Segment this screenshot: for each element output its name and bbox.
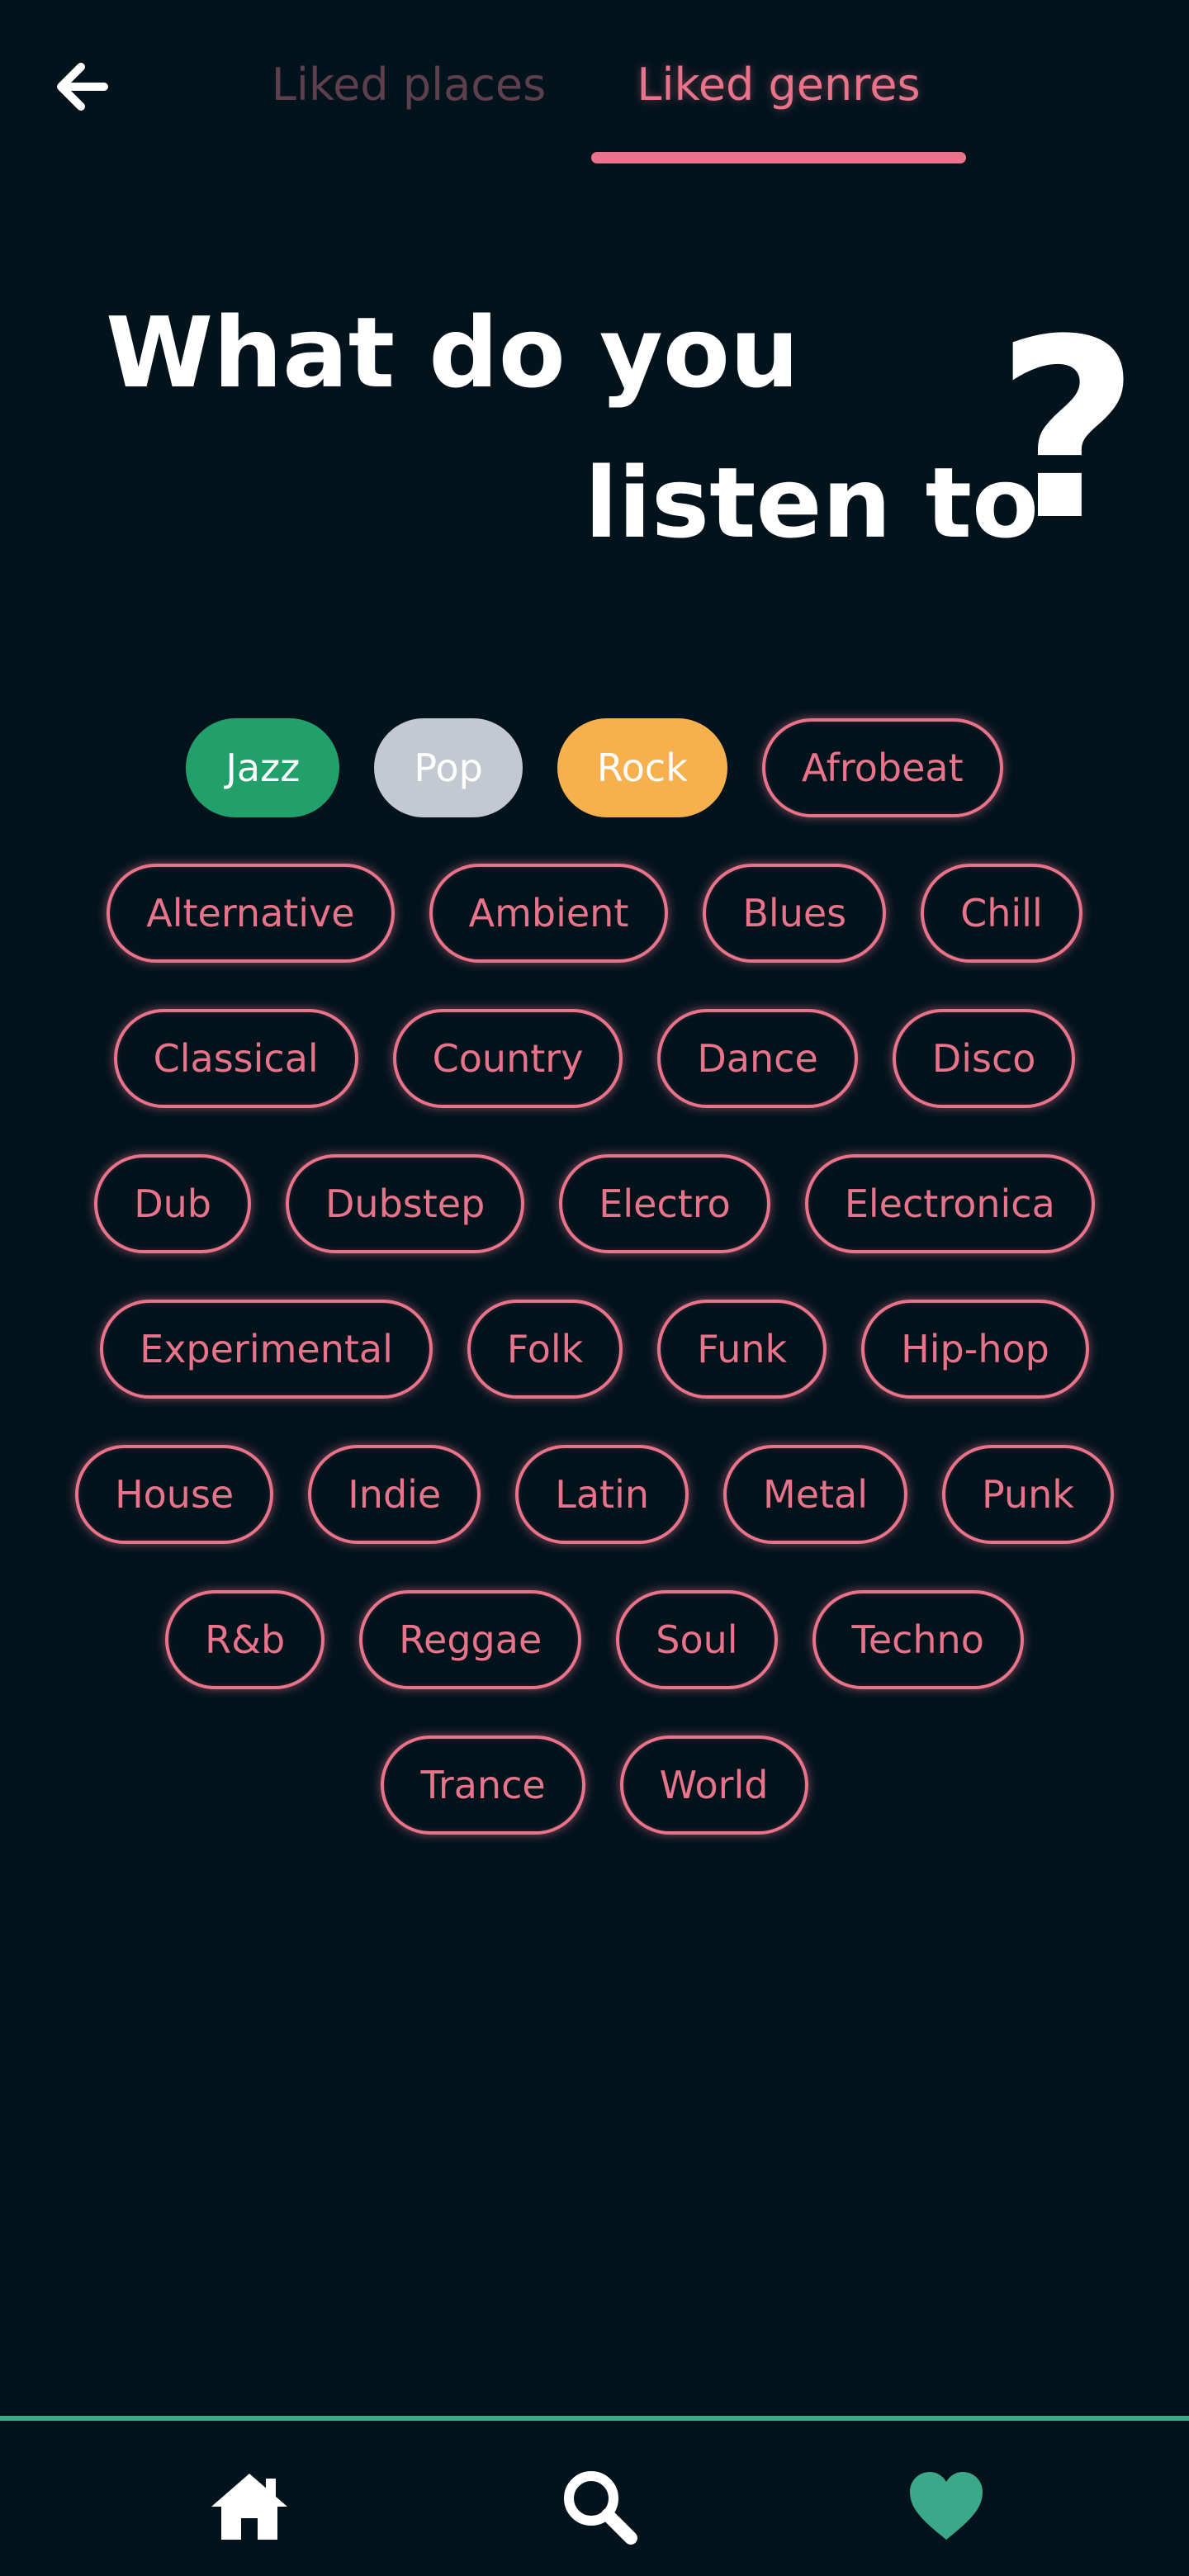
- genre-row: Experimental Folk Funk Hip-hop: [100, 1300, 1089, 1399]
- genre-chip-folk[interactable]: Folk: [467, 1300, 623, 1399]
- genre-row: Classical Country Dance Disco: [113, 1009, 1076, 1108]
- nav-home-button[interactable]: [200, 2457, 299, 2556]
- genre-row: Jazz Pop Rock Afrobeat: [186, 718, 1003, 817]
- genre-chip-jazz[interactable]: Jazz: [186, 718, 340, 817]
- genre-row: Alternative Ambient Blues Chill: [107, 864, 1082, 963]
- genre-row: R&b Reggae Soul Techno: [165, 1590, 1024, 1689]
- genre-chip-dub[interactable]: Dub: [94, 1154, 252, 1253]
- genre-chip-techno[interactable]: Techno: [812, 1590, 1024, 1689]
- genre-chip-list: Jazz Pop Rock Afrobeat Alternative Ambient Blu…: [0, 718, 1189, 1881]
- genre-chip-soul[interactable]: Soul: [616, 1590, 778, 1689]
- genre-chip-rock[interactable]: Rock: [557, 718, 727, 817]
- bottom-nav: [0, 2416, 1189, 2576]
- genre-chip-funk[interactable]: Funk: [657, 1300, 827, 1399]
- genre-chip-disco[interactable]: Disco: [892, 1009, 1076, 1108]
- genre-chip-dance[interactable]: Dance: [657, 1009, 858, 1108]
- page-title-line-2: listen to: [585, 446, 1040, 560]
- arrow-left-icon: [57, 63, 108, 111]
- genre-chip-latin[interactable]: Latin: [515, 1445, 689, 1544]
- genre-chip-metal[interactable]: Metal: [723, 1445, 908, 1544]
- genre-chip-ambient[interactable]: Ambient: [429, 864, 669, 963]
- genre-row: Trance World: [381, 1735, 808, 1835]
- genre-chip-experimental[interactable]: Experimental: [100, 1300, 433, 1399]
- genre-chip-indie[interactable]: Indie: [308, 1445, 481, 1544]
- genre-chip-chill[interactable]: Chill: [921, 864, 1082, 963]
- page-title-line-1: What do you: [106, 296, 799, 410]
- nav-search-button[interactable]: [550, 2457, 649, 2556]
- genre-chip-r-b[interactable]: R&b: [165, 1590, 325, 1689]
- genre-chip-hip-hop[interactable]: Hip-hop: [861, 1300, 1089, 1399]
- genre-row: Dub Dubstep Electro Electronica: [94, 1154, 1095, 1253]
- search-icon: [564, 2471, 637, 2545]
- genre-chip-pop[interactable]: Pop: [374, 718, 523, 817]
- nav-liked-button[interactable]: [897, 2457, 996, 2556]
- genre-chip-world[interactable]: World: [619, 1735, 808, 1835]
- genre-chip-country[interactable]: Country: [392, 1009, 623, 1108]
- genre-chip-trance[interactable]: Trance: [381, 1735, 585, 1835]
- genre-chip-classical[interactable]: Classical: [113, 1009, 358, 1108]
- genre-chip-afrobeat[interactable]: Afrobeat: [761, 718, 1003, 817]
- back-button[interactable]: [41, 50, 124, 124]
- tab-liked-genres[interactable]: Liked genres: [591, 51, 966, 117]
- home-icon: [211, 2474, 287, 2540]
- active-tab-indicator: [591, 152, 966, 163]
- genre-row: House Indie Latin Metal Punk: [75, 1445, 1114, 1544]
- heart-icon: [910, 2472, 983, 2540]
- genre-chip-blues[interactable]: Blues: [703, 864, 887, 963]
- genre-chip-electronica[interactable]: Electronica: [804, 1154, 1095, 1253]
- tab-liked-places[interactable]: Liked places: [256, 51, 561, 117]
- genre-chip-alternative[interactable]: Alternative: [107, 864, 395, 963]
- question-mark: ?: [996, 286, 1140, 575]
- bottom-nav-divider: [0, 2416, 1189, 2421]
- top-bar: Liked places Liked genres: [0, 0, 1189, 165]
- genre-chip-punk[interactable]: Punk: [942, 1445, 1114, 1544]
- genre-chip-dubstep[interactable]: Dubstep: [286, 1154, 525, 1253]
- genre-chip-house[interactable]: House: [75, 1445, 274, 1544]
- liked-genres-screen: Liked places Liked genres What do you li…: [0, 0, 1189, 2576]
- genre-chip-electro[interactable]: Electro: [559, 1154, 770, 1253]
- genre-chip-reggae[interactable]: Reggae: [359, 1590, 582, 1689]
